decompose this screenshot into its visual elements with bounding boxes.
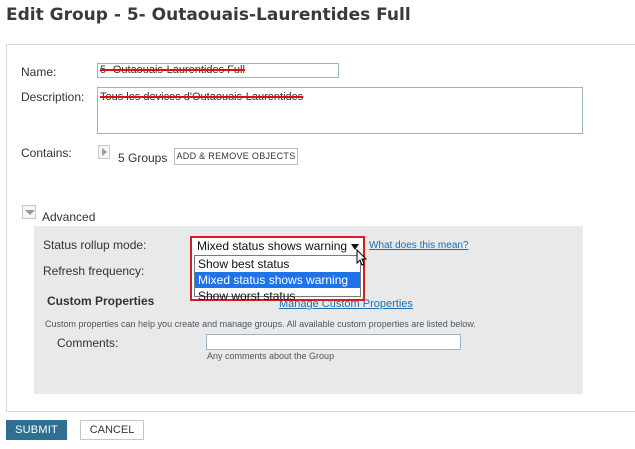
chevron-right-icon: [102, 148, 107, 156]
custom-properties-title: Custom Properties: [47, 294, 155, 308]
custom-properties-description: Custom properties can help you create an…: [45, 319, 476, 329]
contains-expand-button[interactable]: [98, 145, 110, 159]
refresh-frequency-label: Refresh frequency:: [43, 264, 145, 278]
comments-label: Comments:: [57, 336, 119, 350]
status-rollup-selected[interactable]: Mixed status shows warning: [194, 239, 361, 254]
name-value: 5- Outaouais-Laurentides Full: [100, 64, 245, 76]
option-show-worst-status[interactable]: Show worst status: [195, 288, 360, 304]
option-show-best-status[interactable]: Show best status: [195, 256, 360, 272]
description-value: Tous les devices d'Outaouais-Laurentides: [100, 91, 304, 103]
option-mixed-status-shows-warning[interactable]: Mixed status shows warning: [195, 272, 360, 288]
page-title: Edit Group - 5- Outaouais-Laurentides Fu…: [6, 5, 411, 25]
chevron-down-icon: [25, 210, 35, 215]
submit-button[interactable]: SUBMIT: [6, 420, 67, 440]
cancel-button[interactable]: CANCEL: [80, 420, 144, 440]
name-label: Name:: [21, 65, 57, 79]
what-does-this-mean-link[interactable]: What does this mean?: [369, 240, 469, 251]
status-rollup-options: Show best status Mixed status shows warn…: [194, 255, 361, 303]
advanced-label: Advanced: [42, 210, 96, 224]
comments-field[interactable]: [206, 334, 461, 350]
add-remove-objects-button[interactable]: ADD & REMOVE OBJECTS: [174, 148, 298, 165]
mouse-cursor-icon: [356, 249, 368, 266]
status-rollup-select[interactable]: Mixed status shows warning Show best sta…: [190, 236, 365, 303]
description-field[interactable]: Tous les devices d'Outaouais-Laurentides: [97, 87, 583, 134]
description-label: Description:: [21, 90, 85, 104]
name-field[interactable]: 5- Outaouais-Laurentides Full: [97, 63, 339, 78]
contains-label: Contains:: [21, 146, 72, 160]
comments-help-text: Any comments about the Group: [207, 351, 335, 361]
advanced-toggle[interactable]: [22, 205, 36, 219]
status-rollup-label: Status rollup mode:: [43, 238, 147, 252]
contains-count: 5 Groups: [118, 151, 168, 165]
